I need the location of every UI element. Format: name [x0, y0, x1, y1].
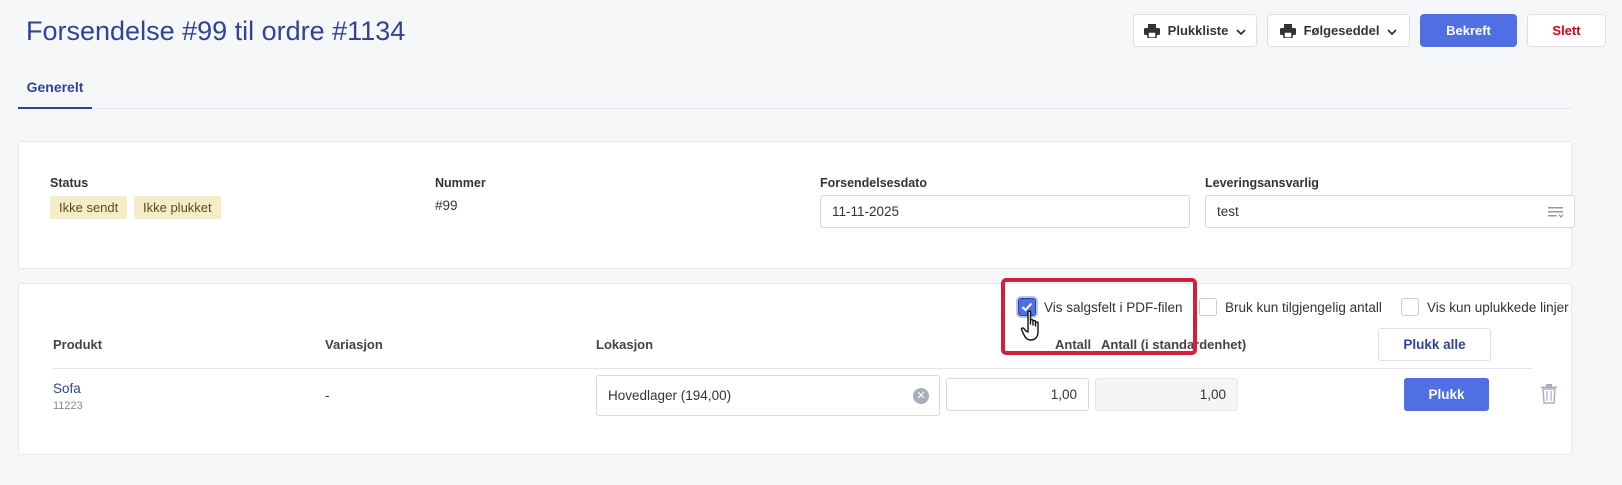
column-header-quantity-std: Antall (i standardenhet)	[1101, 337, 1247, 352]
show-unpicked-only-checkbox[interactable]	[1401, 298, 1419, 316]
chevron-down-icon	[1236, 23, 1246, 38]
location-select[interactable]: Hovedlager (194,00) ✕	[596, 375, 940, 416]
shipment-date-label: Forsendelsesdato	[820, 176, 927, 190]
product-sku: 11223	[53, 400, 83, 412]
printer-icon	[1279, 23, 1296, 38]
confirm-button[interactable]: Bekreft	[1420, 14, 1517, 47]
tab-bar: Generelt	[18, 66, 1572, 109]
delivery-responsible-select[interactable]: test	[1205, 195, 1575, 228]
page-title: Forsendelse #99 til ordre #1134	[26, 16, 406, 46]
row-divider	[53, 368, 1533, 369]
number-label: Nummer	[435, 176, 486, 190]
show-unpicked-only-option[interactable]: Vis kun uplukkede linjer	[1401, 298, 1569, 316]
status-badge: Ikke plukket	[134, 196, 221, 219]
use-available-qty-option[interactable]: Bruk kun tilgjengelig antall	[1199, 298, 1382, 316]
shipment-details-card: Status Ikke sendt Ikke plukket Nummer #9…	[18, 141, 1575, 269]
show-unpicked-only-label: Vis kun uplukkede linjer	[1427, 299, 1569, 315]
tab-generelt[interactable]: Generelt	[18, 66, 92, 109]
column-header-product: Produkt	[53, 337, 103, 352]
use-available-qty-checkbox[interactable]	[1199, 298, 1217, 316]
quantity-value: 1,00	[1050, 387, 1077, 402]
product-link[interactable]: Sofa	[53, 381, 81, 396]
delivery-responsible-label: Leveringsansvarlig	[1205, 176, 1319, 190]
quantity-std-field: 1,00	[1095, 378, 1238, 411]
trash-icon[interactable]	[1541, 384, 1557, 409]
use-available-qty-label: Bruk kun tilgjengelig antall	[1225, 299, 1382, 315]
location-value: Hovedlager (194,00)	[608, 388, 732, 403]
picklist-dropdown-button[interactable]: Plukkliste	[1133, 14, 1257, 47]
delivery-responsible-value: test	[1217, 204, 1239, 219]
quantity-std-value: 1,00	[1199, 387, 1226, 402]
delete-button[interactable]: Slett	[1527, 14, 1606, 47]
quantity-input[interactable]: 1,00	[946, 378, 1089, 411]
pick-all-button[interactable]: Plukk alle	[1378, 328, 1491, 361]
column-header-variation: Variasjon	[325, 337, 383, 352]
packing-slip-dropdown-button[interactable]: Følgeseddel	[1267, 14, 1410, 47]
packing-slip-label: Følgeseddel	[1303, 23, 1380, 38]
top-actions: Plukkliste Følgeseddel Bekreft Slett	[1133, 14, 1606, 47]
column-header-location: Lokasjon	[596, 337, 654, 352]
chevron-down-icon	[1387, 23, 1398, 38]
picklist-label: Plukkliste	[1167, 23, 1229, 38]
column-header-quantity: Antall	[1055, 337, 1092, 352]
pick-button[interactable]: Plukk	[1404, 378, 1489, 411]
variation-value: -	[325, 388, 330, 403]
clear-icon[interactable]: ✕	[913, 388, 929, 404]
list-icon	[1548, 206, 1564, 221]
number-value: #99	[435, 198, 458, 213]
shipment-date-input[interactable]: 11-11-2025	[820, 195, 1190, 228]
show-sales-fields-label: Vis salgsfelt i PDF-filen	[1044, 299, 1183, 315]
shipment-date-value: 11-11-2025	[832, 204, 900, 219]
status-label: Status	[50, 176, 89, 190]
printer-icon	[1143, 23, 1160, 38]
hand-cursor-icon	[1020, 310, 1046, 347]
shipment-lines-card: Vis salgsfelt i PDF-filen Bruk kun tilgj…	[18, 283, 1572, 455]
status-badge: Ikke sendt	[50, 196, 128, 219]
